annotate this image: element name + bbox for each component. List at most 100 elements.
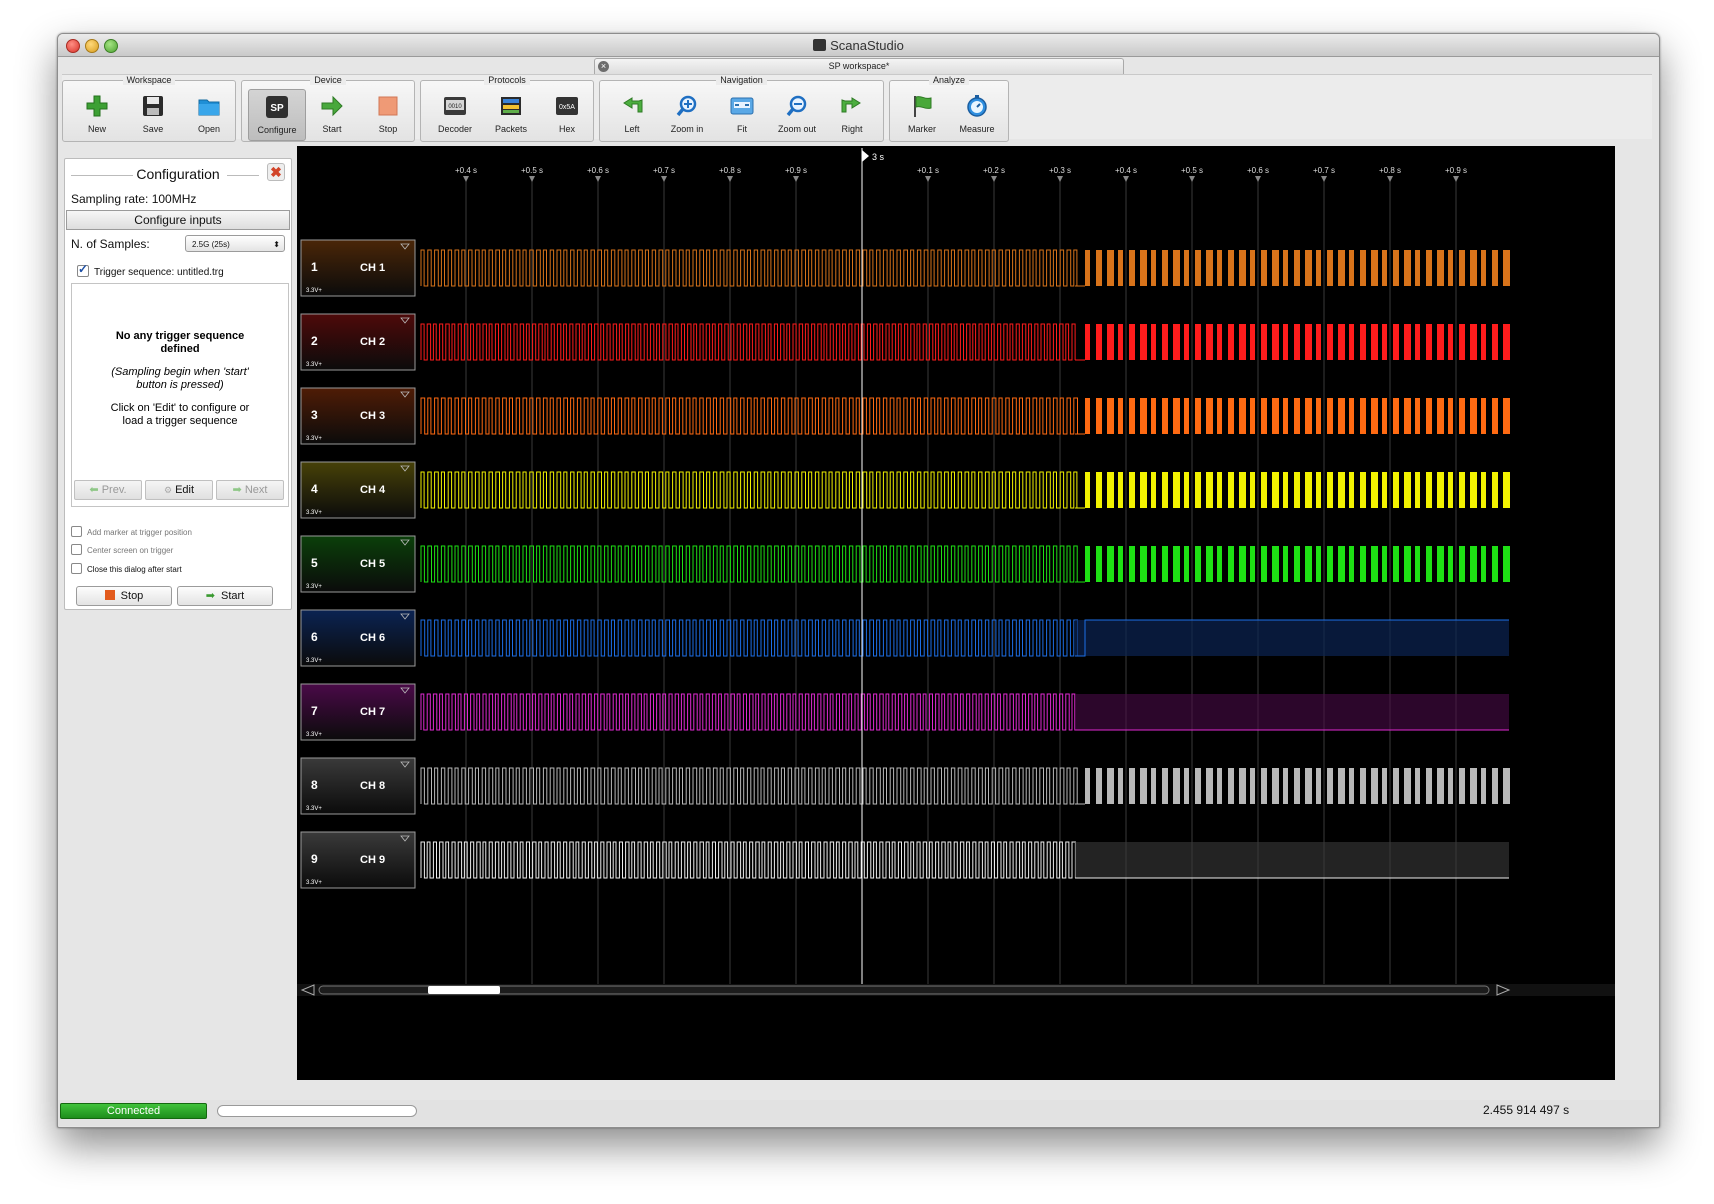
edit-button[interactable]: ⚙ Edit [145,480,213,500]
pulse-bar [1503,546,1510,582]
channel-voltage: 3.3V+ [306,806,322,812]
pulse-bar [1239,546,1246,582]
pulse-bar [1228,472,1234,508]
pulse-bar [1437,324,1444,360]
zoom-out-button[interactable]: Zoom out [769,89,825,139]
fit-button[interactable]: Fit [714,89,770,139]
channel-name: CH 2 [360,336,385,348]
pulse-bar [1107,472,1114,508]
center-screen-checkbox[interactable] [71,544,82,555]
pulse-bar [1349,398,1354,434]
pulse-bar [1327,324,1333,360]
progress-bar [217,1105,417,1117]
new-button[interactable]: New [69,89,125,139]
trigger-sequence-option[interactable]: Trigger sequence: untitled.trg [77,262,224,278]
group-label-workspace: Workspace [122,75,176,85]
configure-button[interactable]: SP Configure [248,89,306,141]
waveform-trace [420,471,1078,509]
scroll-thumb[interactable] [428,986,500,994]
toolbar-group-analyze: Analyze Marker Measure [889,75,1009,142]
tick-marker-icon [991,176,997,182]
horizontal-scrollbar[interactable] [297,984,1615,996]
waveform-trace [420,767,1078,805]
trigger-checkbox[interactable] [77,262,89,277]
tick-label: +0.8 s [1379,166,1401,175]
arrow-right-pulse-icon [841,97,861,113]
packets-icon [501,97,521,115]
pulse-bar [1228,768,1234,804]
tick-label: +0.8 s [719,166,741,175]
pulse-bar [1162,250,1168,286]
cursor-flag-icon[interactable] [862,150,869,162]
pulse-bar [1459,472,1465,508]
channel-number: 9 [311,852,318,866]
panel-start-button[interactable]: ➡ Start [177,586,273,606]
pulse-bar [1129,250,1135,286]
pulse-bar [1151,472,1156,508]
toolbar-group-protocols: Protocols 0010 Decoder Packets 0x5A Hex [420,75,595,142]
right-button[interactable]: Right [824,89,880,139]
waveform-view[interactable]: +0.4 s +0.5 s +0.6 s +0.7 s +0.8 s +0.9 s +0.1… [297,146,1615,1080]
measure-button[interactable]: Measure [949,89,1005,139]
close-dialog-checkbox[interactable] [71,563,82,574]
packets-button[interactable]: Packets [483,89,539,139]
pulse-bar [1085,768,1090,804]
option-close-dialog[interactable]: Close this dialog after start [71,563,182,574]
pulse-bar [1239,250,1246,286]
pulse-bar [1459,250,1465,286]
pulse-bar [1305,324,1312,360]
pulse-bar [1118,546,1123,582]
waveform-canvas[interactable]: +0.4 s +0.5 s +0.6 s +0.7 s +0.8 s +0.9 s +0.1… [297,146,1615,1080]
pulse-bar [1085,398,1090,434]
workspace-tab[interactable]: × SP workspace* [594,58,1124,75]
pulse-bar [1283,324,1288,360]
channel-row: 9 CH 9 3.3V+ [300,831,1509,889]
pulse-bar [1217,324,1222,360]
tick-marker-icon [793,176,799,182]
panel-stop-button[interactable]: Stop [76,586,172,606]
pulse-bar [1129,398,1135,434]
pulse-bar [1459,768,1465,804]
decoder-button[interactable]: 0010 Decoder [427,89,483,139]
next-button[interactable]: ➡ Next [216,480,284,500]
zoom-in-button[interactable]: Zoom in [659,89,715,139]
pulse-bar [1239,398,1246,434]
pulse-bar [1140,472,1147,508]
app-icon [813,39,827,51]
save-button[interactable]: Save [125,89,181,139]
hex-button[interactable]: 0x5A Hex [539,89,595,139]
prev-button[interactable]: ⬅ Prev. [74,480,142,500]
pulse-bar [1162,324,1168,360]
center-screen-label: Center screen on trigger [87,546,174,555]
pulse-bar [1096,472,1102,508]
pulse-bar [1327,250,1333,286]
configure-inputs-button[interactable]: Configure inputs [66,210,290,230]
add-marker-checkbox[interactable] [71,526,82,537]
pulse-bar [1437,398,1444,434]
pulse-bar [1393,546,1399,582]
marker-button[interactable]: Marker [894,89,950,139]
trigger-sequence-box: No any trigger sequence defined (Samplin… [71,283,289,507]
pulse-bar [1206,324,1213,360]
stop-button[interactable]: Stop [360,89,416,139]
close-panel-icon[interactable]: ✖ [267,163,285,181]
pulse-bar [1492,546,1498,582]
trigger-label: Trigger sequence: untitled.trg [94,267,224,278]
pulse-bar [1151,768,1156,804]
option-center-screen[interactable]: Center screen on trigger [71,544,173,555]
pulse-bar [1360,324,1366,360]
pulse-bar [1338,472,1345,508]
pulse-bar [1272,546,1279,582]
start-button[interactable]: Start [304,89,360,139]
pulse-bar [1250,768,1255,804]
pulse-bar [1217,472,1222,508]
pulse-bar [1470,250,1477,286]
open-button[interactable]: Open [181,89,237,139]
samples-select[interactable]: 2.5G (25s) ⬍ [185,235,285,252]
pulse-bar [1382,546,1387,582]
pulse-bar [1195,546,1201,582]
left-button[interactable]: Left [604,89,660,139]
pulse-bar [1404,472,1411,508]
option-add-marker[interactable]: Add marker at trigger position [71,526,192,537]
pulse-bar [1261,768,1267,804]
